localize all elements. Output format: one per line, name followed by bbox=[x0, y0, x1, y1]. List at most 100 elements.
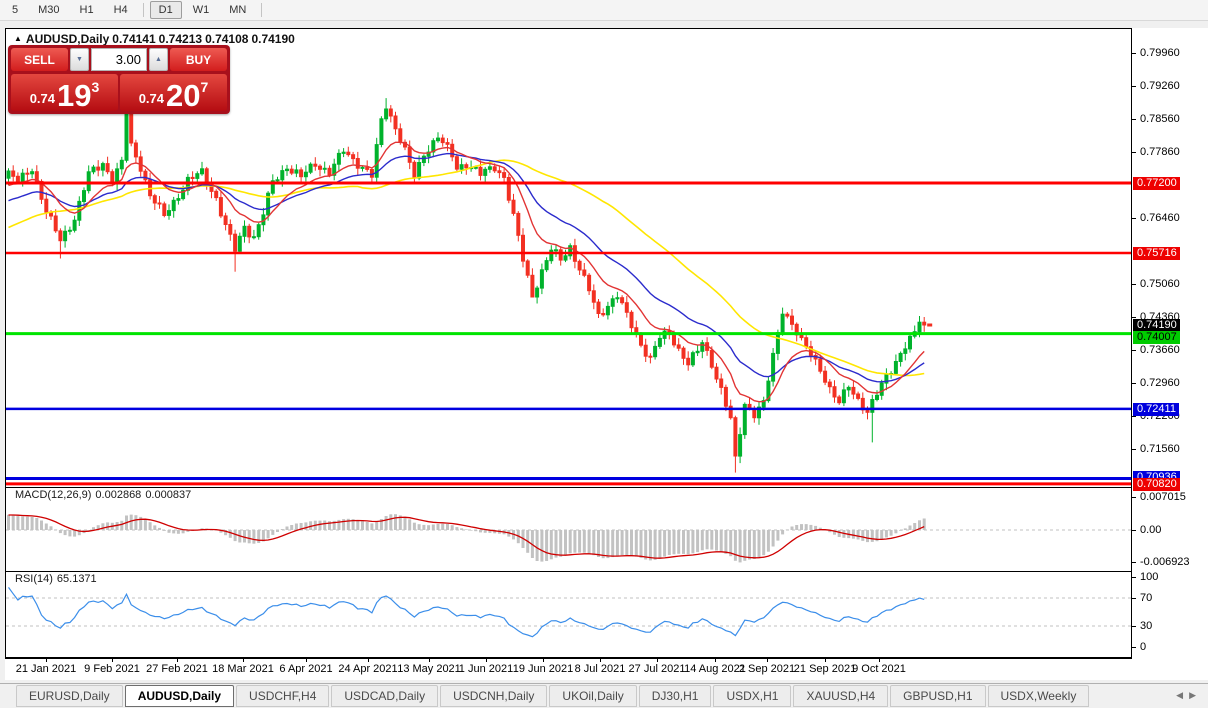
scroll-right-icon[interactable]: ▶ bbox=[1189, 690, 1202, 700]
date-tick bbox=[715, 659, 716, 662]
date-label: 9 Feb 2021 bbox=[84, 663, 140, 675]
macd-tick-0.007015: 0.007015 bbox=[1132, 491, 1186, 503]
one-click-trading-panel: SELL ▼ ▲ BUY 0.74193 0.74207 bbox=[8, 45, 230, 114]
date-tick bbox=[657, 659, 658, 662]
date-tick bbox=[177, 659, 178, 662]
chart-tab-eurusd-daily[interactable]: EURUSD,Daily bbox=[16, 685, 123, 707]
rsi-tick-70: 70 bbox=[1132, 592, 1152, 604]
rsi-indicator-label: RSI(14)65.1371 bbox=[15, 573, 101, 585]
date-label: 8 Jul 2021 bbox=[575, 663, 626, 675]
chart-tab-usdcnh-daily[interactable]: USDCNH,Daily bbox=[440, 685, 547, 707]
date-tick bbox=[46, 659, 47, 662]
timeframe-button-5[interactable]: 5 bbox=[3, 1, 27, 19]
price-chart-canvas[interactable] bbox=[5, 28, 1132, 658]
date-tick bbox=[306, 659, 307, 662]
date-label: 21 Sep 2021 bbox=[794, 663, 856, 675]
date-label: 27 Feb 2021 bbox=[146, 663, 208, 675]
date-tick bbox=[486, 659, 487, 662]
timeframe-button-d1[interactable]: D1 bbox=[150, 1, 182, 19]
price-badge-0.72411: 0.72411 bbox=[1133, 403, 1179, 416]
ohlc-high-value: 0.74213 bbox=[159, 32, 202, 46]
price-badge-0.74007: 0.74007 bbox=[1133, 331, 1180, 344]
sell-price-base: 0.74 bbox=[30, 91, 55, 106]
chart-window: ▲AUDUSD,Daily0.741410.742130.741080.7419… bbox=[5, 28, 1208, 680]
chart-tab-usdx-weekly[interactable]: USDX,Weekly bbox=[988, 685, 1090, 707]
price-tick-0.79260: 0.79260 bbox=[1132, 80, 1180, 92]
date-tick bbox=[429, 659, 430, 662]
tab-scroll-arrows[interactable]: ◀▶ bbox=[1176, 690, 1202, 701]
chart-tab-audusd-daily[interactable]: AUDUSD,Daily bbox=[125, 685, 234, 707]
date-label: 21 Jan 2021 bbox=[16, 663, 77, 675]
price-badge-0.77200: 0.77200 bbox=[1133, 177, 1180, 190]
buy-price-display[interactable]: 0.74207 bbox=[120, 74, 227, 111]
date-label: 13 May 2021 bbox=[397, 663, 461, 675]
ohlc-low-value: 0.74108 bbox=[205, 32, 248, 46]
timeframe-button-m30[interactable]: M30 bbox=[29, 1, 68, 19]
buy-price-base: 0.74 bbox=[139, 91, 164, 106]
chart-tab-usdcad-daily[interactable]: USDCAD,Daily bbox=[331, 685, 438, 707]
sell-price-point: 3 bbox=[92, 79, 100, 95]
price-badge-0.75716: 0.75716 bbox=[1133, 247, 1180, 260]
rsi-tick-30: 30 bbox=[1132, 620, 1152, 632]
price-tick-0.77860: 0.77860 bbox=[1132, 146, 1180, 158]
chart-symbol-label: AUDUSD,Daily bbox=[26, 32, 109, 46]
collapse-arrow-icon[interactable]: ▲ bbox=[14, 34, 22, 43]
date-label: 14 Aug 2021 bbox=[684, 663, 746, 675]
chart-tab-xauusd-h4[interactable]: XAUUSD,H4 bbox=[793, 685, 888, 707]
rsi-tick-100: 100 bbox=[1132, 571, 1158, 583]
timeframe-button-w1[interactable]: W1 bbox=[184, 1, 219, 19]
buy-price-point: 7 bbox=[201, 79, 209, 95]
date-label: 1 Jun 2021 bbox=[459, 663, 513, 675]
price-tick-0.75060: 0.75060 bbox=[1132, 278, 1180, 290]
date-tick bbox=[543, 659, 544, 662]
date-axis[interactable]: 21 Jan 2021 9 Feb 2021 27 Feb 2021 18 Mar 2… bbox=[5, 658, 1132, 680]
timeframe-button-h4[interactable]: H4 bbox=[105, 1, 137, 19]
lot-decrease-button[interactable]: ▼ bbox=[70, 48, 89, 71]
buy-button[interactable]: BUY bbox=[170, 48, 227, 71]
toolbar-separator bbox=[261, 3, 262, 17]
toolbar-separator bbox=[143, 3, 144, 17]
lot-size-input[interactable] bbox=[91, 48, 147, 71]
chart-tab-dj30-h1[interactable]: DJ30,H1 bbox=[639, 685, 712, 707]
chart-tab-ukoil-daily[interactable]: UKOil,Daily bbox=[549, 685, 636, 707]
rsi-tick-0: 0 bbox=[1132, 641, 1146, 653]
lot-increase-button[interactable]: ▲ bbox=[149, 48, 168, 71]
scroll-left-icon[interactable]: ◀ bbox=[1176, 690, 1189, 700]
date-tick bbox=[368, 659, 369, 662]
date-label: 6 Apr 2021 bbox=[279, 663, 332, 675]
date-label: 24 Apr 2021 bbox=[338, 663, 397, 675]
date-tick bbox=[825, 659, 826, 662]
timeframe-button-mn[interactable]: MN bbox=[220, 1, 255, 19]
price-tick-0.76460: 0.76460 bbox=[1132, 212, 1180, 224]
macd-tick-0.00: 0.00 bbox=[1132, 524, 1161, 536]
price-badge-0.70820: 0.70820 bbox=[1133, 478, 1180, 491]
price-tick-0.79960: 0.79960 bbox=[1132, 47, 1180, 59]
date-tick bbox=[767, 659, 768, 662]
date-label: 2 Sep 2021 bbox=[739, 663, 795, 675]
chart-title: ▲ AUDUSD,Daily0.74141 0.742130.741080.7419… bbox=[14, 32, 298, 46]
date-tick bbox=[112, 659, 113, 662]
date-label: 9 Oct 2021 bbox=[852, 663, 906, 675]
chart-tab-bar: EURUSD,DailyAUDUSD,DailyUSDCHF,H4USDCAD,… bbox=[0, 683, 1208, 708]
macd-indicator-label: MACD(12,26,9)0.0028680.000837 bbox=[15, 489, 195, 501]
price-tick-0.71560: 0.71560 bbox=[1132, 443, 1180, 455]
price-tick-0.72960: 0.72960 bbox=[1132, 377, 1180, 389]
price-tick-0.73660: 0.73660 bbox=[1132, 344, 1180, 356]
mt4-terminal: 5M30H1H4D1W1MN ▲AUDUSD,Daily0.741410.742… bbox=[0, 0, 1208, 708]
price-axis[interactable]: 0.799600.792600.785600.778600.764600.750… bbox=[1132, 28, 1208, 680]
sell-price-display[interactable]: 0.74193 bbox=[11, 74, 118, 111]
chevron-down-icon: ▼ bbox=[76, 56, 83, 63]
ohlc-close-value: 0.74190 bbox=[251, 32, 294, 46]
date-tick bbox=[243, 659, 244, 662]
ohlc-open-value: 0.74141 bbox=[112, 32, 155, 46]
date-label: 18 Mar 2021 bbox=[212, 663, 274, 675]
date-tick bbox=[879, 659, 880, 662]
chart-frame bbox=[6, 29, 1132, 658]
timeframe-button-h1[interactable]: H1 bbox=[71, 1, 103, 19]
chart-tab-usdchf-h4[interactable]: USDCHF,H4 bbox=[236, 685, 329, 707]
timeframe-toolbar: 5M30H1H4 D1W1MN bbox=[0, 0, 1208, 21]
sell-button[interactable]: SELL bbox=[11, 48, 68, 71]
chart-tab-usdx-h1[interactable]: USDX,H1 bbox=[713, 685, 791, 707]
chart-tab-gbpusd-h1[interactable]: GBPUSD,H1 bbox=[890, 685, 985, 707]
chevron-up-icon: ▲ bbox=[155, 56, 162, 63]
